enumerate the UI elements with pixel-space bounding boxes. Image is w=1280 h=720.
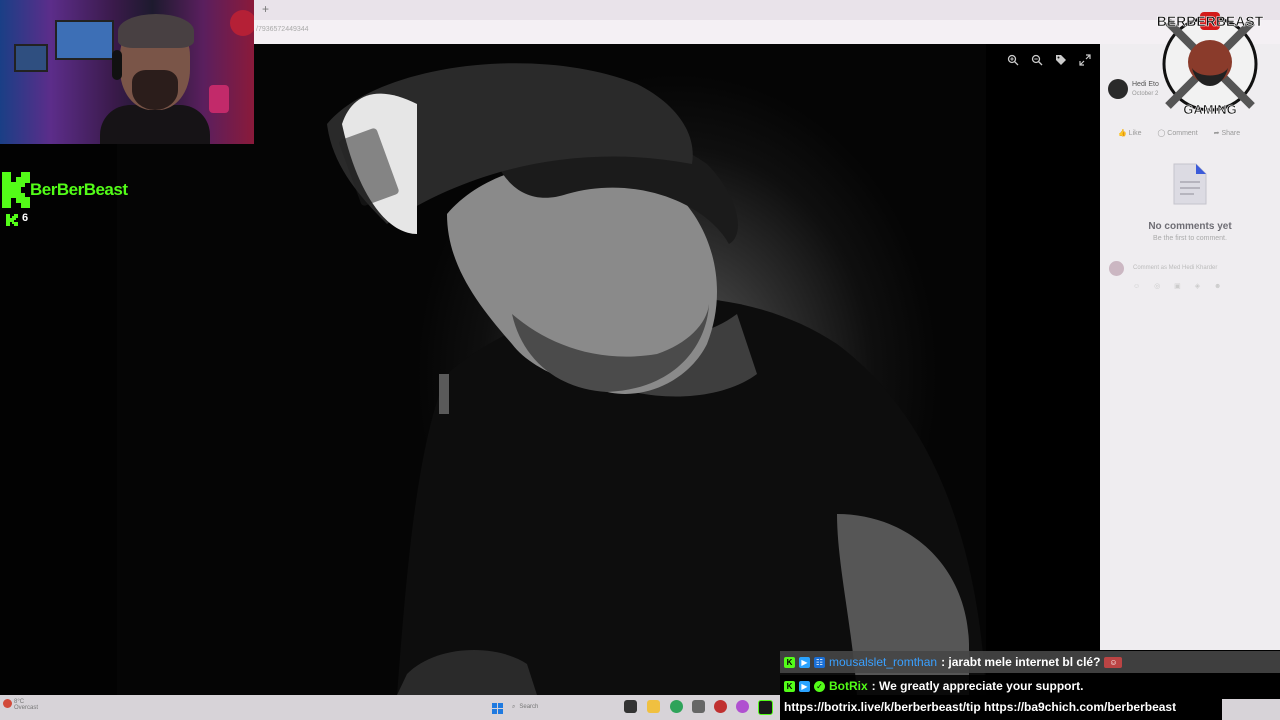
browser-tab-bar xyxy=(254,0,1280,20)
like-button[interactable]: 👍 Like xyxy=(1118,129,1142,143)
streamer-beard xyxy=(132,70,178,110)
kick-logo-icon xyxy=(2,172,30,208)
chat-message: K ▶ ☷ mousalslet_romthan : jarabt mele i… xyxy=(780,651,1280,673)
file-explorer-icon[interactable] xyxy=(647,700,660,713)
webcam-bg-light xyxy=(230,10,254,36)
taskbar-app-icon[interactable] xyxy=(714,700,727,713)
streamer-beanie xyxy=(118,14,194,48)
chat-username[interactable]: mousalslet_romthan xyxy=(829,655,937,669)
no-comments-heading: No comments yet xyxy=(1148,221,1232,232)
author-avatar[interactable] xyxy=(1108,79,1128,99)
post-actions: 👍 Like ◯ Comment ➦ Share xyxy=(1118,129,1278,143)
expand-icon[interactable] xyxy=(1077,52,1093,68)
logo-text-top: BERBERBEAST xyxy=(1157,13,1264,29)
search-placeholder: Search xyxy=(519,704,539,710)
zoom-in-icon[interactable] xyxy=(1005,52,1021,68)
taskbar-app-icon[interactable] xyxy=(736,700,749,713)
taskbar-search[interactable]: ⌕ Search xyxy=(512,700,592,714)
comment-tools[interactable]: ☺ ◎ ▣ ◈ ☻ xyxy=(1133,282,1227,290)
webcam-monitor xyxy=(14,44,48,72)
headphone-icon xyxy=(112,50,122,80)
kick-viewer-icon xyxy=(6,213,18,226)
stream-left-panel xyxy=(0,144,117,695)
search-icon: ⌕ xyxy=(512,703,516,710)
zoom-out-icon[interactable] xyxy=(1029,52,1045,68)
sub-badge-icon: ▶ xyxy=(799,680,810,692)
system-tray[interactable] xyxy=(1222,699,1280,720)
taskbar-app-icon[interactable] xyxy=(624,700,637,713)
kick-badge-icon: K xyxy=(784,656,795,668)
chat-message: K ▶ ✓ BotRix : We greatly appreciate you… xyxy=(780,675,1110,697)
chat-text: : jarabt mele internet bl clé? xyxy=(941,655,1101,669)
chat-message: https://botrix.live/k/berberbeast/tip ht… xyxy=(780,697,1228,717)
webcam-monitor-2 xyxy=(55,20,114,60)
comment-input[interactable]: Comment as Med Hedi Kharder xyxy=(1133,265,1217,271)
webcam-overlay xyxy=(0,0,254,144)
sub-badge-icon: ▶ xyxy=(799,656,810,668)
chat-text[interactable]: https://botrix.live/k/berberbeast/tip ht… xyxy=(784,700,1176,714)
new-tab-button[interactable]: + xyxy=(262,3,274,15)
chrome-icon[interactable] xyxy=(670,700,683,713)
streamer-body xyxy=(100,105,210,144)
share-button[interactable]: ➦ Share xyxy=(1214,129,1241,143)
webcam-can xyxy=(209,85,229,113)
photo-letterbox xyxy=(986,44,1100,695)
logo-text-bottom: GAMING xyxy=(1183,102,1236,117)
viewer-count: 6 xyxy=(22,212,29,224)
browser-address-bar[interactable] xyxy=(254,20,1280,45)
kick-badge-icon: K xyxy=(784,680,795,692)
comment-button[interactable]: ◯ Comment xyxy=(1158,129,1198,143)
verified-badge-icon: ✓ xyxy=(814,680,825,692)
comment-label: Comment xyxy=(1167,130,1198,137)
emote-icon: ☺ xyxy=(1104,656,1123,668)
weather-widget[interactable]: 8°C Overcast xyxy=(14,699,38,711)
like-label: Like xyxy=(1128,130,1142,137)
document-icon xyxy=(1172,162,1208,206)
channel-name: BerBerBeast xyxy=(30,180,128,199)
chat-username[interactable]: BotRix xyxy=(829,679,868,693)
windows-start-icon[interactable] xyxy=(492,701,503,714)
share-label: Share xyxy=(1221,130,1241,137)
commenter-avatar xyxy=(1109,261,1124,276)
be-first-text: Be the first to comment. xyxy=(1153,235,1227,242)
tag-icon[interactable] xyxy=(1053,52,1069,68)
chat-text: : We greatly appreciate your support. xyxy=(871,679,1084,693)
berberbeast-gaming-logo: BERBERBEAST GAMING xyxy=(1148,2,1272,122)
weather-condition: Overcast xyxy=(14,705,39,711)
windows-taskbar xyxy=(0,695,780,720)
kick-app-icon[interactable] xyxy=(758,700,773,715)
url-text: /7936572449344 xyxy=(256,26,309,33)
gift-badge-icon: ☷ xyxy=(814,656,825,668)
taskbar-app-icon[interactable] xyxy=(692,700,705,713)
weather-icon[interactable] xyxy=(3,699,12,708)
